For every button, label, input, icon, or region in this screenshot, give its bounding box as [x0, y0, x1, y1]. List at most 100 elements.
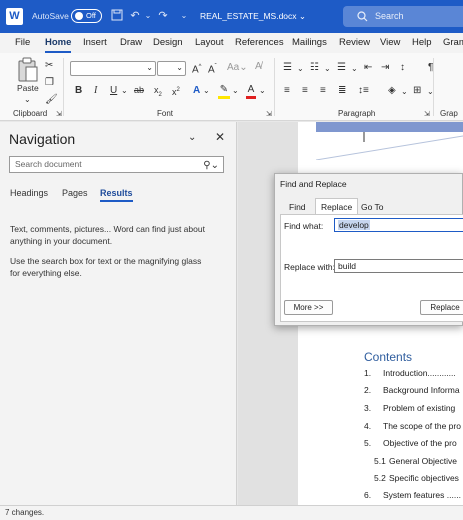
font-size-combo[interactable]: ⌄ [157, 61, 186, 76]
chevron-down-icon[interactable]: ⌄ [188, 132, 196, 143]
grow-font-icon[interactable]: A^ [192, 61, 202, 76]
highlight-icon[interactable]: ✎ [218, 83, 230, 99]
format-painter-icon[interactable]: 🖌 [45, 93, 58, 106]
save-icon[interactable] [110, 9, 124, 23]
undo-dropdown-icon[interactable]: ⌄ [141, 9, 155, 23]
tab-design[interactable]: Design [153, 37, 183, 48]
change-case-icon[interactable]: Aa⌄ [227, 61, 248, 74]
copy-icon[interactable]: ❐ [45, 76, 54, 89]
tab-results[interactable]: Results [100, 188, 133, 202]
dialog-title: Find and Replace [280, 179, 347, 189]
undo-icon[interactable]: ↶ [128, 9, 142, 23]
more-button[interactable]: More >> [284, 300, 333, 315]
toc-item[interactable]: Objective of the pro [383, 438, 457, 448]
text-effects-icon[interactable]: A [193, 84, 200, 97]
font-launcher-icon[interactable]: ⇲ [266, 108, 272, 121]
chevron-down-icon: ⌄ [146, 63, 153, 72]
clipboard-group-label: Clipboard [13, 109, 48, 118]
find-what-input[interactable]: develop [334, 218, 463, 232]
toc-item[interactable]: Problem of existing [383, 403, 455, 413]
toc-item[interactable]: Introduction............ [383, 368, 456, 378]
text-effects-dropdown-icon[interactable]: ⌄ [203, 84, 210, 97]
font-color-dropdown-icon[interactable]: ⌄ [259, 84, 266, 97]
ribbon-tabs: File Home Insert Draw Design Layout Refe… [0, 33, 463, 53]
replace-with-input[interactable]: build [334, 259, 463, 273]
paste-dropdown-icon[interactable]: ⌄ [24, 93, 31, 106]
align-center-icon[interactable]: ≡ [302, 84, 308, 97]
autosave-toggle[interactable]: Off [71, 9, 102, 23]
paragraph-launcher-icon[interactable]: ⇲ [424, 108, 430, 121]
tab-go-to[interactable]: Go To [361, 202, 384, 212]
toc-item[interactable]: Specific objectives [389, 473, 459, 483]
sort-icon[interactable]: ↕ [400, 61, 405, 74]
align-left-icon[interactable]: ≡ [284, 84, 290, 97]
close-icon[interactable]: ✕ [215, 130, 225, 144]
bullets-icon[interactable]: ☰ [283, 61, 292, 74]
tab-review[interactable]: Review [339, 37, 370, 48]
tab-find[interactable]: Find [289, 202, 306, 212]
tab-help[interactable]: Help [412, 37, 432, 48]
decrease-indent-icon[interactable]: ⇤ [364, 61, 372, 74]
underline-icon[interactable]: U [110, 84, 117, 97]
customize-toolbar-icon[interactable]: ⌄ [177, 9, 191, 23]
toc-item[interactable]: The scope of the pro [383, 421, 461, 431]
tab-file[interactable]: File [15, 37, 30, 48]
highlight-dropdown-icon[interactable]: ⌄ [232, 84, 239, 97]
find-what-label: Find what: [284, 221, 324, 231]
increase-indent-icon[interactable]: ⇥ [381, 61, 389, 74]
tab-view[interactable]: View [380, 37, 400, 48]
italic-icon[interactable]: I [94, 84, 97, 97]
numbering-icon[interactable]: ☷ [310, 61, 319, 74]
numbering-dropdown-icon[interactable]: ⌄ [324, 62, 331, 75]
tab-mailings[interactable]: Mailings [292, 37, 327, 48]
justify-icon[interactable]: ≣ [338, 84, 346, 97]
subscript-icon[interactable]: x2 [154, 84, 162, 102]
multilevel-list-icon[interactable]: ☰ [337, 61, 346, 74]
tab-headings[interactable]: Headings [10, 188, 48, 198]
tab-grammarly[interactable]: Gram [443, 37, 463, 48]
superscript-icon[interactable]: x2 [172, 84, 180, 99]
toc-item[interactable]: Background Informa [383, 385, 460, 395]
toc-title: Contents [364, 350, 413, 364]
shrink-font-icon[interactable]: Aˇ [208, 61, 217, 76]
line-spacing-icon[interactable]: ↕≡ [358, 84, 369, 97]
divider [63, 58, 64, 116]
multilevel-dropdown-icon[interactable]: ⌄ [351, 62, 358, 75]
tab-references[interactable]: References [235, 37, 284, 48]
underline-dropdown-icon[interactable]: ⌄ [121, 84, 128, 97]
search-document-input[interactable]: Search document ⚲⌄ [9, 156, 224, 173]
toc-item[interactable]: System features ...... [383, 490, 461, 500]
redo-icon[interactable]: ↷ [156, 9, 170, 23]
bold-icon[interactable]: B [75, 84, 82, 97]
replace-button[interactable]: Replace [420, 300, 463, 315]
tab-draw[interactable]: Draw [120, 37, 142, 48]
shading-icon[interactable]: ◈ [388, 84, 396, 97]
toc-item-num: 1. [364, 368, 372, 378]
clear-formatting-icon[interactable]: A̸ [255, 60, 262, 73]
font-name-combo[interactable]: ⌄ [70, 61, 156, 76]
document-filename[interactable]: REAL_ESTATE_MS.docx ⌄ [200, 11, 306, 22]
toc-item[interactable]: General Objective [389, 456, 457, 466]
tab-replace[interactable]: Replace [315, 198, 359, 214]
strikethrough-icon[interactable]: ab [134, 84, 144, 97]
bullets-dropdown-icon[interactable]: ⌄ [297, 62, 304, 75]
divider [274, 58, 275, 116]
align-right-icon[interactable]: ≡ [320, 84, 326, 97]
toc-item-num: 6. [364, 490, 372, 500]
search-box[interactable]: Search [343, 6, 463, 27]
tab-insert[interactable]: Insert [83, 37, 107, 48]
search-icon[interactable]: ⚲⌄ [203, 158, 219, 173]
shading-dropdown-icon[interactable]: ⌄ [401, 85, 408, 98]
navigation-pane: Navigation ⌄ ✕ Search document ⚲⌄ Headin… [0, 122, 237, 505]
results-hint: Use the search box for text or the magni… [10, 256, 202, 278]
font-color-icon[interactable]: A [246, 83, 256, 99]
tab-layout[interactable]: Layout [195, 37, 224, 48]
cover-shape [316, 122, 463, 132]
toc-item-num: 4. [364, 421, 372, 431]
borders-icon[interactable]: ⊞ [413, 84, 421, 97]
cut-icon[interactable]: ✂ [45, 59, 53, 72]
tab-home[interactable]: Home [45, 37, 72, 53]
paste-icon[interactable] [15, 57, 41, 85]
clipboard-launcher-icon[interactable]: ⇲ [56, 108, 62, 121]
tab-pages[interactable]: Pages [62, 188, 88, 198]
